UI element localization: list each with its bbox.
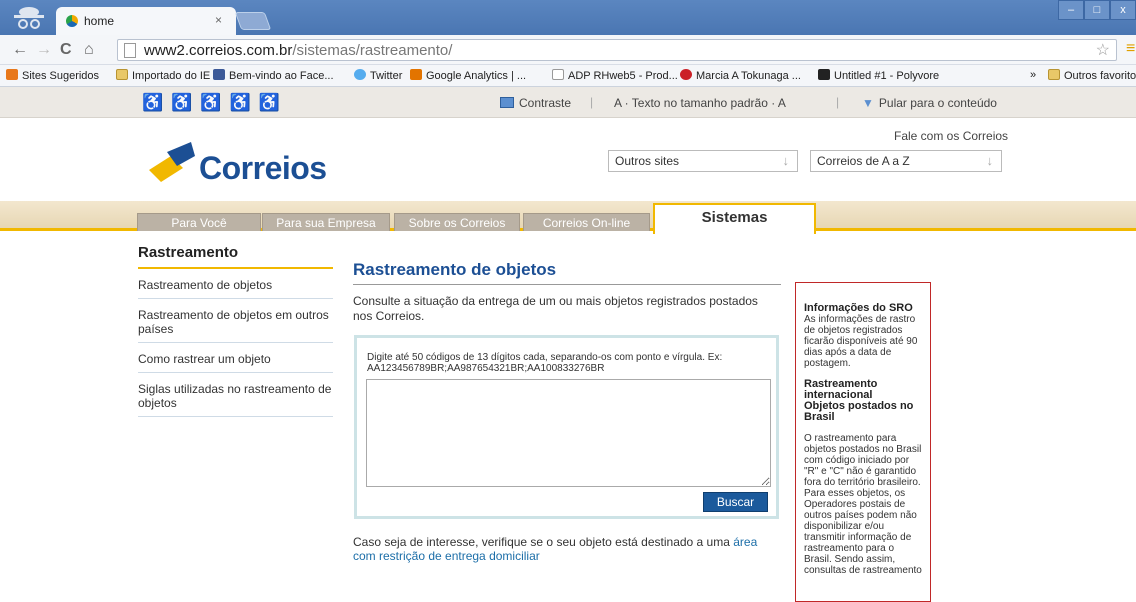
window-controls: – □ x	[1058, 0, 1136, 22]
restriction-notice: Caso seja de interesse, verifique se o s…	[353, 535, 758, 563]
sidebar-item-como-rastrear[interactable]: Como rastrear um objeto	[138, 343, 333, 373]
forward-arrow-icon[interactable]: →	[36, 41, 52, 59]
browser-tab-home[interactable]: home ×	[56, 7, 236, 35]
separator: |	[590, 95, 594, 109]
contact-link[interactable]: Fale com os Correios	[894, 129, 1008, 143]
reload-icon[interactable]: C	[60, 41, 72, 59]
skip-to-content-link[interactable]: ▼ Pular para o conteúdo	[862, 96, 997, 110]
shield-icon: ▼	[862, 96, 874, 110]
sidebar: Rastreamento Rastreamento de objetos Ras…	[138, 244, 333, 417]
tracking-codes-input[interactable]	[366, 379, 771, 487]
bookmark-item[interactable]: Twitter	[354, 69, 402, 82]
twitter-icon	[354, 69, 366, 80]
brazil-text: O rastreamento para objetos postados no …	[804, 433, 922, 576]
facebook-icon	[213, 69, 225, 80]
brazil-title: Objetos postados no Brasil	[804, 400, 914, 423]
address-bar[interactable]: www2.correios.com.br/sistemas/rastreamen…	[117, 39, 1117, 61]
home-icon[interactable]: ⌂	[84, 41, 94, 59]
correios-logo-icon	[149, 142, 195, 182]
bookmark-item[interactable]: Sites Sugeridos	[6, 69, 99, 82]
sidebar-title: Rastreamento	[138, 244, 333, 269]
browser-nav-bar: ← → C ⌂ www2.correios.com.br/sistemas/ra…	[0, 35, 1136, 65]
page-title: Rastreamento de objetos	[353, 260, 781, 285]
separator: |	[836, 95, 840, 109]
sro-info-box: Informações do SRO As informações de ras…	[795, 282, 931, 602]
tab-correios-online[interactable]: Correios On-line	[523, 213, 650, 231]
sro-title: Informações do SRO	[804, 302, 913, 314]
tab-close-icon[interactable]: ×	[215, 13, 222, 27]
bookmark-item[interactable]: Google Analytics | ...	[410, 69, 526, 82]
chevron-down-icon: ↓	[986, 153, 994, 168]
browser-tab-bar: home × – □ x	[0, 0, 1136, 35]
chevron-down-icon: ↓	[782, 153, 790, 168]
pinterest-icon	[680, 69, 692, 80]
tab-para-sua-empresa[interactable]: Para sua Empresa	[262, 213, 390, 231]
logo-text: Correios	[199, 150, 327, 186]
bookmark-item[interactable]: Marcia A Tokunaga ...	[680, 69, 801, 82]
orange-square-icon	[6, 69, 18, 80]
folder-icon	[116, 69, 128, 80]
outros-sites-select[interactable]: Outros sites ↓	[608, 150, 798, 172]
polyvore-icon	[818, 69, 830, 80]
contrast-icon	[500, 97, 514, 108]
intro-text: Consulte a situação da entrega de um ou …	[353, 294, 758, 323]
bookmark-item[interactable]: ADP RHweb5 - Prod...	[552, 69, 678, 82]
accessibility-bar: ♿♿♿♿♿ Contraste | A · Texto no tamanho p…	[0, 87, 1136, 118]
back-arrow-icon[interactable]: ←	[12, 41, 28, 59]
contrast-link[interactable]: Contraste	[500, 96, 571, 110]
sidebar-item-outros-paises[interactable]: Rastreamento de objetos em outros países	[138, 299, 333, 343]
tab-title: home	[84, 14, 115, 28]
bookmark-item[interactable]: Importado do IE	[116, 69, 210, 82]
analytics-icon	[410, 69, 422, 80]
new-tab-button[interactable]	[234, 12, 272, 30]
bookmarks-overflow[interactable]: »	[1030, 69, 1036, 81]
intl-title: Rastreamento internacional	[804, 378, 878, 401]
main-navigation: Para Você Para sua Empresa Sobre os Corr…	[0, 201, 1136, 234]
sidebar-item-rastreamento[interactable]: Rastreamento de objetos	[138, 269, 333, 299]
correios-favicon-icon	[66, 15, 78, 27]
accessibility-people-icon: ♿♿♿♿♿	[142, 93, 288, 112]
close-window-button[interactable]: x	[1110, 0, 1136, 20]
tab-sobre-os-correios[interactable]: Sobre os Correios	[394, 213, 520, 231]
text-size-controls[interactable]: A · Texto no tamanho padrão · A	[614, 96, 786, 110]
bookmark-item[interactable]: Bem-vindo ao Face...	[213, 69, 334, 82]
sro-text: As informações de rastro de objetos regi…	[804, 314, 918, 369]
correios-logo[interactable]: Correios	[147, 140, 337, 190]
folder-icon	[1048, 69, 1060, 80]
bookmarks-bar: Sites Sugeridos Importado do IE Bem-vind…	[0, 65, 1136, 87]
form-hint: Digite até 50 códigos de 13 dígitos cada…	[367, 352, 723, 374]
page-icon	[552, 69, 564, 80]
incognito-icon	[14, 7, 44, 29]
correios-az-select[interactable]: Correios de A a Z ↓	[810, 150, 1002, 172]
tracking-form: Digite até 50 códigos de 13 dígitos cada…	[354, 335, 779, 519]
tab-sistemas[interactable]: Sistemas	[653, 203, 816, 234]
url-text: www2.correios.com.br/sistemas/rastreamen…	[144, 42, 453, 59]
page-icon	[124, 43, 136, 58]
bookmark-item[interactable]: Outros favoritos	[1048, 69, 1136, 82]
menu-icon[interactable]: ≡	[1126, 40, 1135, 58]
buscar-button[interactable]: Buscar	[703, 492, 768, 512]
sidebar-item-siglas[interactable]: Siglas utilizadas no rastreamento de obj…	[138, 373, 333, 417]
bookmark-star-icon[interactable]: ☆	[1096, 40, 1110, 60]
minimize-button[interactable]: –	[1058, 0, 1084, 20]
tab-para-voce[interactable]: Para Você	[137, 213, 261, 231]
bookmark-item[interactable]: Untitled #1 - Polyvore	[818, 69, 939, 82]
maximize-button[interactable]: □	[1084, 0, 1110, 20]
